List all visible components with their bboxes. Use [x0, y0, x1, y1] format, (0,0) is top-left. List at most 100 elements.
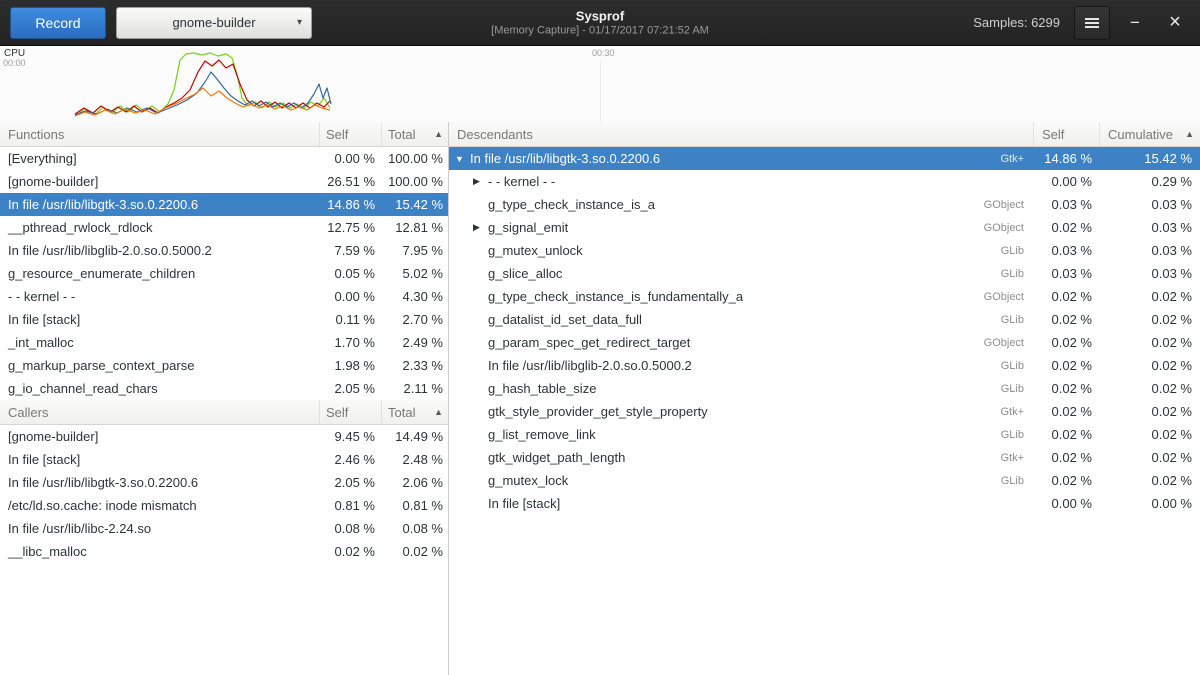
cumulative-percent: 0.02 % — [1100, 404, 1200, 419]
self-percent: 0.02 % — [1034, 427, 1100, 442]
total-percent: 15.42 % — [382, 197, 448, 212]
descendants-table: Descendants Self Cumulative ▲ ▼In file /… — [449, 122, 1200, 675]
total-percent: 100.00 % — [382, 151, 448, 166]
functions-table-body: [Everything]0.00 %100.00 %[gnome-builder… — [0, 147, 448, 400]
self-percent: 14.86 % — [1034, 151, 1100, 166]
sysprof-window: Record gnome-builder ▾ Sysprof [Memory C… — [0, 0, 1200, 675]
page-title: Sysprof — [491, 8, 709, 24]
library-tag: GObject — [984, 291, 1034, 303]
table-row[interactable]: In file /usr/lib/libgtk-3.so.0.2200.614.… — [0, 193, 448, 216]
record-button[interactable]: Record — [10, 7, 106, 39]
close-button[interactable]: × — [1160, 6, 1190, 40]
library-tag: Gtk+ — [1000, 406, 1034, 418]
self-percent: 2.05 % — [320, 381, 382, 396]
sort-indicator-icon: ▲ — [434, 407, 443, 417]
column-header-descendants[interactable]: Descendants — [449, 122, 1034, 146]
column-header-self[interactable]: Self — [1034, 122, 1100, 146]
column-header-cumulative[interactable]: Cumulative ▲ — [1100, 122, 1200, 146]
library-tag: GObject — [984, 199, 1034, 211]
column-header-self[interactable]: Self — [320, 122, 382, 146]
cumulative-percent: 0.03 % — [1100, 266, 1200, 281]
tree-row[interactable]: g_type_check_instance_is_fundamentally_a… — [449, 285, 1200, 308]
target-selector-value: gnome-builder — [172, 15, 255, 30]
column-header-total[interactable]: Total ▲ — [382, 122, 448, 146]
table-row[interactable]: __pthread_rwlock_rdlock12.75 %12.81 % — [0, 216, 448, 239]
window-title-area: Sysprof [Memory Capture] - 01/17/2017 07… — [491, 8, 709, 37]
total-percent: 4.30 % — [382, 289, 448, 304]
cpu-red-line — [75, 60, 330, 114]
tree-row[interactable]: g_param_spec_get_redirect_targetGObject0… — [449, 331, 1200, 354]
minimize-button[interactable]: − — [1120, 6, 1150, 40]
table-row[interactable]: /etc/ld.so.cache: inode mismatch0.81 %0.… — [0, 494, 448, 517]
table-row[interactable]: g_markup_parse_context_parse1.98 %2.33 % — [0, 354, 448, 377]
table-row[interactable]: In file [stack]0.11 %2.70 % — [0, 308, 448, 331]
self-percent: 0.02 % — [1034, 289, 1100, 304]
function-name: In file [stack] — [0, 312, 320, 327]
total-percent: 2.48 % — [382, 452, 448, 467]
function-name: gtk_style_provider_get_style_property — [488, 404, 708, 419]
total-percent: 0.02 % — [382, 544, 448, 559]
table-row[interactable]: g_io_channel_read_chars2.05 %2.11 % — [0, 377, 448, 400]
self-percent: 2.46 % — [320, 452, 382, 467]
menu-button[interactable] — [1074, 6, 1110, 40]
samples-count: Samples: 6299 — [973, 15, 1064, 30]
tree-row[interactable]: g_mutex_unlockGLib0.03 %0.03 % — [449, 239, 1200, 262]
table-row[interactable]: [gnome-builder]9.45 %14.49 % — [0, 425, 448, 448]
tree-row[interactable]: g_slice_allocGLib0.03 %0.03 % — [449, 262, 1200, 285]
tree-row[interactable]: In file /usr/lib/libglib-2.0.so.0.5000.2… — [449, 354, 1200, 377]
tree-row[interactable]: ▶- - kernel - -0.00 %0.29 % — [449, 170, 1200, 193]
tree-row[interactable]: gtk_style_provider_get_style_property Gtk… — [449, 400, 1200, 423]
column-header-total[interactable]: Total ▲ — [382, 400, 448, 424]
window-subtitle: [Memory Capture] - 01/17/2017 07:21:52 A… — [491, 24, 709, 37]
chevron-down-icon: ▾ — [297, 17, 302, 28]
table-row[interactable]: In file /usr/lib/libgtk-3.so.0.2200.62.0… — [0, 471, 448, 494]
table-row[interactable]: In file /usr/lib/libc-2.24.so0.08 %0.08 … — [0, 517, 448, 540]
cumulative-percent: 0.02 % — [1100, 358, 1200, 373]
function-name: __libc_malloc — [0, 544, 320, 559]
table-row[interactable]: [gnome-builder]26.51 %100.00 % — [0, 170, 448, 193]
table-row[interactable]: __libc_malloc0.02 %0.02 % — [0, 540, 448, 563]
cumulative-percent: 0.02 % — [1100, 450, 1200, 465]
table-row[interactable]: - - kernel - -0.00 %4.30 % — [0, 285, 448, 308]
cumulative-percent: 0.02 % — [1100, 335, 1200, 350]
column-header-functions[interactable]: Functions — [0, 122, 320, 146]
tree-row[interactable]: gtk_widget_path_lengthGtk+0.02 %0.02 % — [449, 446, 1200, 469]
tree-row[interactable]: g_type_check_instance_is_aGObject0.03 %0… — [449, 193, 1200, 216]
tree-row[interactable]: g_hash_table_sizeGLib0.02 %0.02 % — [449, 377, 1200, 400]
function-name: g_list_remove_link — [488, 427, 596, 442]
target-selector-dropdown[interactable]: gnome-builder ▾ — [116, 7, 312, 39]
descendants-table-body: ▼In file /usr/lib/libgtk-3.so.0.2200.6 Gt… — [449, 147, 1200, 515]
self-percent: 0.81 % — [320, 498, 382, 513]
table-row[interactable]: _int_malloc1.70 %2.49 % — [0, 331, 448, 354]
expander-closed-icon[interactable]: ▶ — [473, 176, 488, 187]
self-percent: 12.75 % — [320, 220, 382, 235]
tree-row[interactable]: g_list_remove_linkGLib0.02 %0.02 % — [449, 423, 1200, 446]
function-name: In file /usr/lib/libgtk-3.so.0.2200.6 — [0, 475, 320, 490]
table-row[interactable]: g_resource_enumerate_children0.05 %5.02 … — [0, 262, 448, 285]
table-row[interactable]: [Everything]0.00 %100.00 % — [0, 147, 448, 170]
tree-row[interactable]: ▶g_signal_emitGObject0.02 %0.03 % — [449, 216, 1200, 239]
expander-closed-icon[interactable]: ▶ — [473, 222, 488, 233]
function-name: In file [stack] — [488, 496, 560, 511]
header-bar: Record gnome-builder ▾ Sysprof [Memory C… — [0, 0, 1200, 46]
total-percent: 100.00 % — [382, 174, 448, 189]
function-name: In file /usr/lib/libgtk-3.so.0.2200.6 — [470, 151, 660, 166]
self-percent: 0.02 % — [1034, 358, 1100, 373]
function-name: [gnome-builder] — [0, 429, 320, 444]
column-header-self[interactable]: Self — [320, 400, 382, 424]
total-percent: 0.81 % — [382, 498, 448, 513]
cpu-timeline[interactable]: CPU 00:00 00:30 — [0, 46, 1200, 122]
tree-row[interactable]: ▼In file /usr/lib/libgtk-3.so.0.2200.6Gt… — [449, 147, 1200, 170]
tree-row[interactable]: g_mutex_lockGLib0.02 %0.02 % — [449, 469, 1200, 492]
function-name: g_type_check_instance_is_a — [488, 197, 655, 212]
cumulative-percent: 0.29 % — [1100, 174, 1200, 189]
library-tag: GLib — [1001, 268, 1034, 280]
expander-open-icon[interactable]: ▼ — [455, 154, 470, 164]
left-pane: Functions Self Total ▲ [Everything]0.00 … — [0, 122, 449, 675]
tree-row[interactable]: In file [stack]0.00 %0.00 % — [449, 492, 1200, 515]
self-percent: 0.11 % — [320, 312, 382, 327]
table-row[interactable]: In file /usr/lib/libglib-2.0.so.0.5000.2… — [0, 239, 448, 262]
table-row[interactable]: In file [stack]2.46 %2.48 % — [0, 448, 448, 471]
column-header-callers[interactable]: Callers — [0, 400, 320, 424]
tree-row[interactable]: g_datalist_id_set_data_fullGLib0.02 %0.0… — [449, 308, 1200, 331]
